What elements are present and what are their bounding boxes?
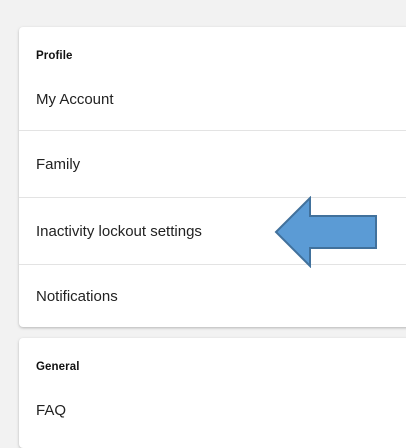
menu-item-label: Notifications (36, 287, 118, 305)
menu-item-my-account[interactable]: My Account (19, 79, 406, 119)
general-card: General FAQ (19, 338, 406, 448)
profile-section-header: Profile (36, 50, 73, 62)
left-arrow-icon (274, 196, 377, 268)
menu-item-label: Family (36, 155, 81, 173)
profile-card: Profile My Account Family Inactivity loc… (19, 27, 406, 327)
general-section-header: General (36, 361, 80, 373)
menu-item-label: Inactivity lockout settings (36, 222, 202, 240)
menu-item-faq[interactable]: FAQ (19, 390, 406, 430)
menu-item-label: FAQ (36, 401, 67, 419)
menu-item-family[interactable]: Family (19, 131, 406, 197)
menu-item-label: My Account (36, 90, 114, 108)
menu-item-notifications[interactable]: Notifications (19, 265, 406, 327)
